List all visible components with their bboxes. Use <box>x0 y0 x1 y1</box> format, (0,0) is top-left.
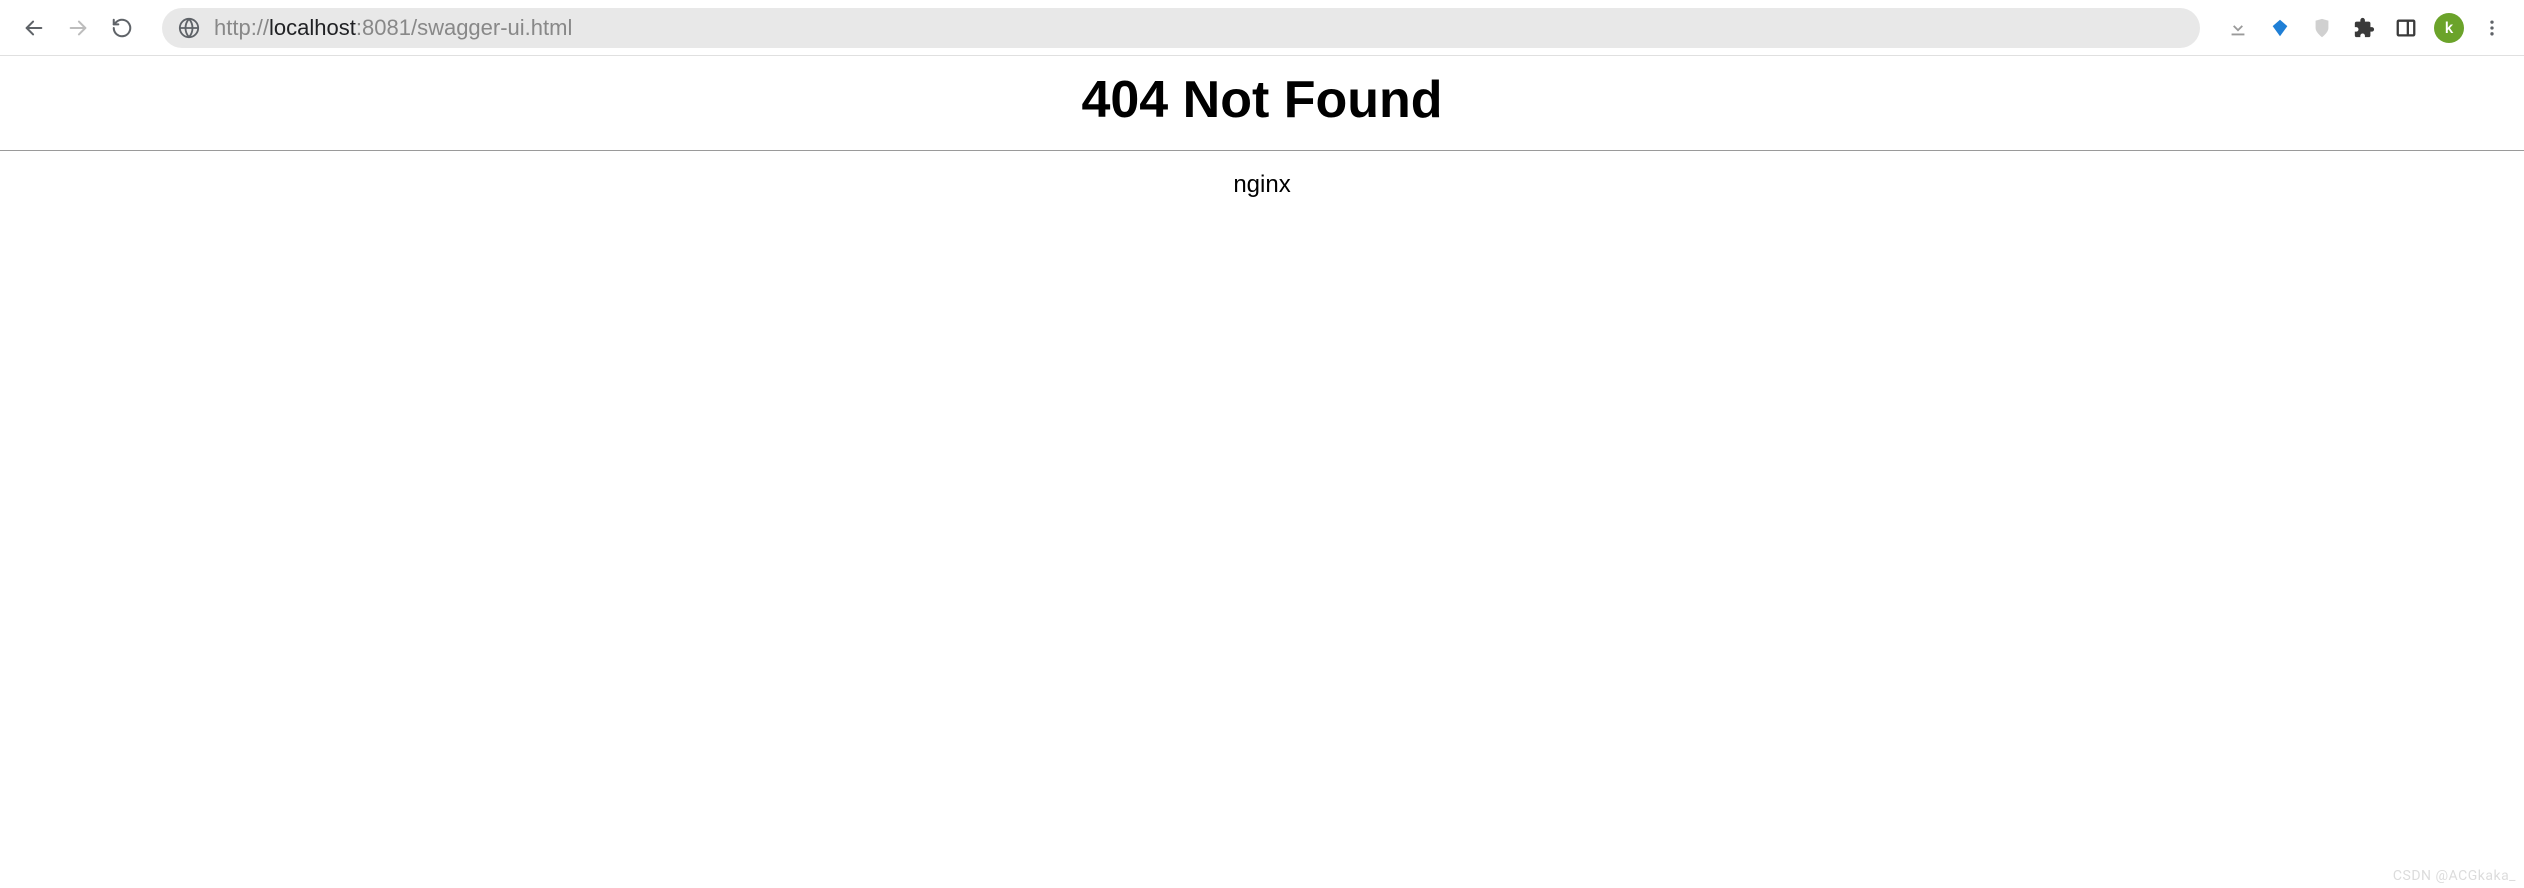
extension-diamond-icon[interactable] <box>2266 14 2294 42</box>
back-button[interactable] <box>16 10 52 46</box>
url-host: localhost <box>269 15 356 40</box>
browser-menu-button[interactable] <box>2478 14 2506 42</box>
extensions-puzzle-icon[interactable] <box>2350 14 2378 42</box>
avatar-initial: k <box>2445 18 2453 37</box>
extension-shield-icon[interactable] <box>2308 14 2336 42</box>
address-bar[interactable]: http://localhost:8081/swagger-ui.html <box>162 8 2200 48</box>
side-panel-icon[interactable] <box>2392 14 2420 42</box>
url-path: /swagger-ui.html <box>411 15 572 40</box>
arrow-right-icon <box>67 17 89 39</box>
url-text: http://localhost:8081/swagger-ui.html <box>214 15 572 41</box>
error-title: 404 Not Found <box>0 70 2524 130</box>
divider <box>0 150 2524 151</box>
page-content: 404 Not Found nginx <box>0 70 2524 199</box>
reload-button[interactable] <box>104 10 140 46</box>
browser-toolbar: http://localhost:8081/swagger-ui.html k <box>0 0 2524 56</box>
arrow-left-icon <box>23 17 45 39</box>
url-scheme: http:// <box>214 15 269 40</box>
nav-buttons <box>10 10 146 46</box>
reload-icon <box>111 17 133 39</box>
downloads-icon[interactable] <box>2224 14 2252 42</box>
site-info-icon[interactable] <box>178 17 200 39</box>
url-port: :8081 <box>356 15 411 40</box>
forward-button[interactable] <box>60 10 96 46</box>
server-line: nginx <box>0 171 2524 199</box>
kebab-icon <box>2482 18 2502 38</box>
watermark: CSDN @ACGkaka_ <box>2393 868 2516 884</box>
profile-avatar[interactable]: k <box>2434 13 2464 43</box>
toolbar-right: k <box>2216 13 2514 43</box>
